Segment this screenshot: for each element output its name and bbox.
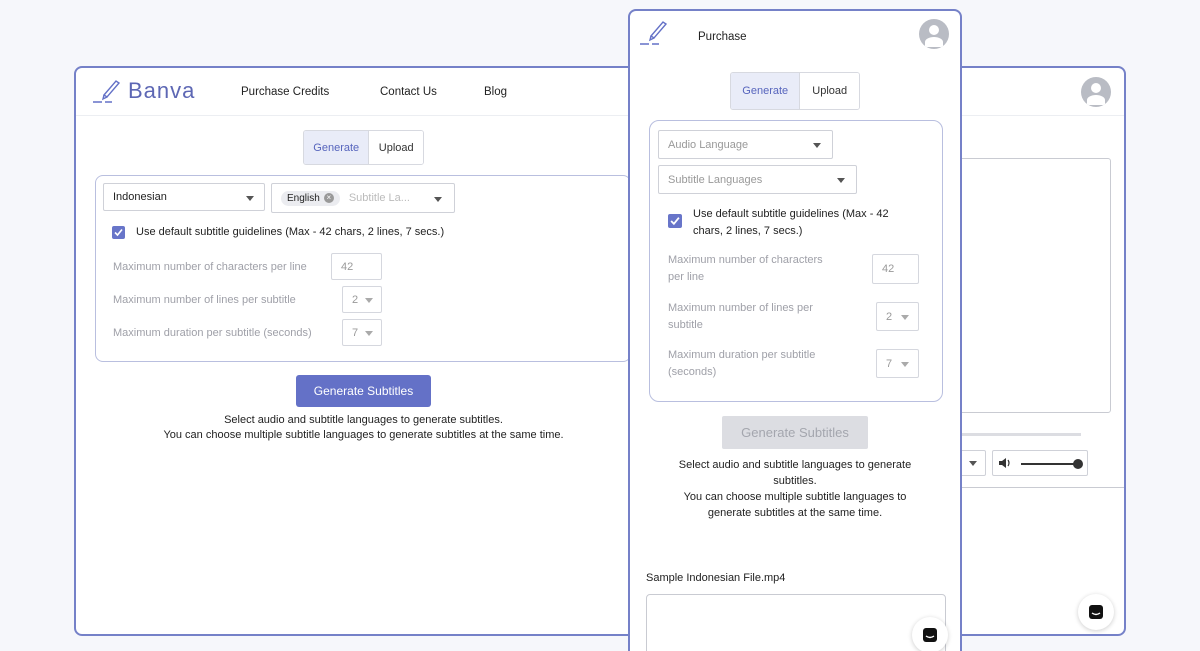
chat-icon	[1089, 605, 1103, 619]
video-preview	[956, 158, 1111, 413]
tab-generate[interactable]: Generate	[731, 73, 800, 109]
help-text-1: Select audio and subtitle languages to g…	[224, 414, 503, 426]
audio-language-value: Indonesian	[113, 191, 167, 203]
default-guidelines-checkbox[interactable]	[668, 214, 682, 228]
desktop-window: Banva Purchase Credits Contact Us Blog G…	[74, 66, 1126, 636]
chevron-down-icon	[365, 331, 373, 336]
max-lines-label: Maximum number of lines per subtitle	[113, 294, 296, 306]
chip-remove-icon[interactable]: ×	[323, 193, 334, 203]
audio-language-select[interactable]: Indonesian	[103, 183, 265, 211]
subtitle-chip: English ×	[281, 190, 340, 206]
help-text-3: You can choose multiple subtitle languag…	[683, 491, 907, 503]
help-text-1: Select audio and subtitle languages to g…	[678, 459, 912, 471]
max-chars-input[interactable]: 42	[872, 254, 919, 284]
max-duration-label: Maximum duration per subtitle (seconds)	[668, 347, 815, 381]
subtitle-language-select[interactable]: English × Subtitle La...	[271, 183, 455, 213]
max-duration-line-1: Maximum duration per subtitle	[668, 349, 816, 361]
video-preview	[646, 594, 946, 651]
subtitle-languages-placeholder: Subtitle Languages	[668, 173, 763, 186]
chat-button[interactable]	[1078, 594, 1114, 630]
max-lines-line-2: subtitle	[668, 319, 703, 331]
nav-blog[interactable]: Blog	[484, 86, 507, 98]
max-lines-select[interactable]: 2	[876, 302, 919, 331]
chevron-down-icon	[365, 298, 373, 303]
max-chars-input[interactable]: 42	[331, 253, 382, 280]
tab-upload[interactable]: Upload	[368, 131, 423, 164]
help-text-2: You can choose multiple subtitle languag…	[163, 429, 564, 441]
audio-language-placeholder: Audio Language	[668, 138, 749, 151]
tab-generate[interactable]: Generate	[304, 131, 369, 164]
user-avatar-icon[interactable]	[1081, 77, 1111, 107]
sample-file-name: Sample Indonesian File.mp4	[646, 572, 786, 584]
max-duration-select[interactable]: 7	[342, 319, 382, 346]
check-icon	[670, 217, 680, 226]
volume-slider[interactable]	[1021, 463, 1079, 465]
max-chars-line-2: per line	[668, 271, 705, 283]
chevron-down-icon	[901, 315, 909, 320]
chat-icon	[923, 628, 937, 642]
max-chars-label: Maximum number of characters per line	[113, 261, 307, 273]
default-guidelines-line-2: chars, 2 lines, 7 secs.)	[693, 225, 803, 237]
max-chars-label: Maximum number of characters per line	[668, 252, 823, 286]
max-lines-line-1: Maximum number of lines per	[668, 302, 813, 314]
nav-purchase-credits[interactable]: Purchase Credits	[241, 86, 329, 98]
chat-button[interactable]	[912, 617, 948, 651]
mode-tabs: Generate Upload	[730, 72, 860, 110]
default-guidelines-label: Use default subtitle guidelines (Max - 4…	[136, 226, 445, 238]
mobile-window: Purchase Generate Upload Audio Language …	[628, 9, 962, 651]
pencil-logo-icon[interactable]	[92, 78, 122, 104]
max-lines-value: 2	[352, 293, 359, 306]
help-text-4: generate subtitles at the same time.	[707, 507, 883, 519]
max-lines-select[interactable]: 2	[342, 286, 382, 313]
chevron-down-icon	[246, 196, 254, 201]
chevron-down-icon	[813, 143, 821, 148]
nav-purchase[interactable]: Purchase	[698, 31, 747, 43]
generate-subtitles-button[interactable]: Generate Subtitles	[296, 375, 431, 407]
max-chars-line-1: Maximum number of characters	[668, 254, 823, 266]
volume-control[interactable]	[992, 450, 1088, 476]
max-duration-label: Maximum duration per subtitle (seconds)	[113, 327, 312, 339]
chevron-down-icon	[434, 197, 442, 202]
help-text: Select audio and subtitle languages to g…	[630, 457, 960, 521]
max-duration-value: 7	[352, 326, 359, 339]
generate-subtitles-button[interactable]: Generate Subtitles	[722, 416, 868, 449]
chevron-down-icon	[901, 362, 909, 367]
subtitle-language-placeholder: Subtitle La...	[348, 192, 410, 204]
pencil-logo-icon[interactable]	[639, 19, 669, 47]
tab-upload[interactable]: Upload	[799, 73, 859, 109]
default-guidelines-line-1: Use default subtitle guidelines (Max - 4…	[693, 208, 889, 220]
nav-contact-us[interactable]: Contact Us	[380, 86, 437, 98]
volume-icon	[999, 458, 1010, 468]
mode-tabs: Generate Upload	[303, 130, 424, 165]
chevron-down-icon	[837, 178, 845, 183]
chevron-down-icon	[969, 461, 977, 466]
audio-language-select[interactable]: Audio Language	[658, 130, 833, 159]
logo-text[interactable]: Banva	[128, 78, 195, 104]
subtitle-languages-select[interactable]: Subtitle Languages	[658, 165, 857, 194]
max-duration-line-2: (seconds)	[668, 366, 717, 378]
default-guidelines-label: Use default subtitle guidelines (Max - 4…	[693, 206, 889, 240]
subtitle-chip-label: English	[287, 192, 320, 204]
max-lines-value: 2	[886, 310, 893, 323]
check-icon	[114, 228, 123, 237]
user-avatar-icon[interactable]	[919, 19, 949, 49]
volume-knob[interactable]	[1073, 459, 1083, 469]
progress-track[interactable]	[961, 433, 1081, 436]
default-guidelines-checkbox[interactable]	[112, 226, 125, 239]
help-text-2: subtitles.	[773, 475, 817, 487]
max-duration-select[interactable]: 7	[876, 349, 919, 378]
max-duration-value: 7	[886, 357, 893, 370]
max-lines-label: Maximum number of lines per subtitle	[668, 300, 813, 334]
header	[76, 68, 1124, 116]
